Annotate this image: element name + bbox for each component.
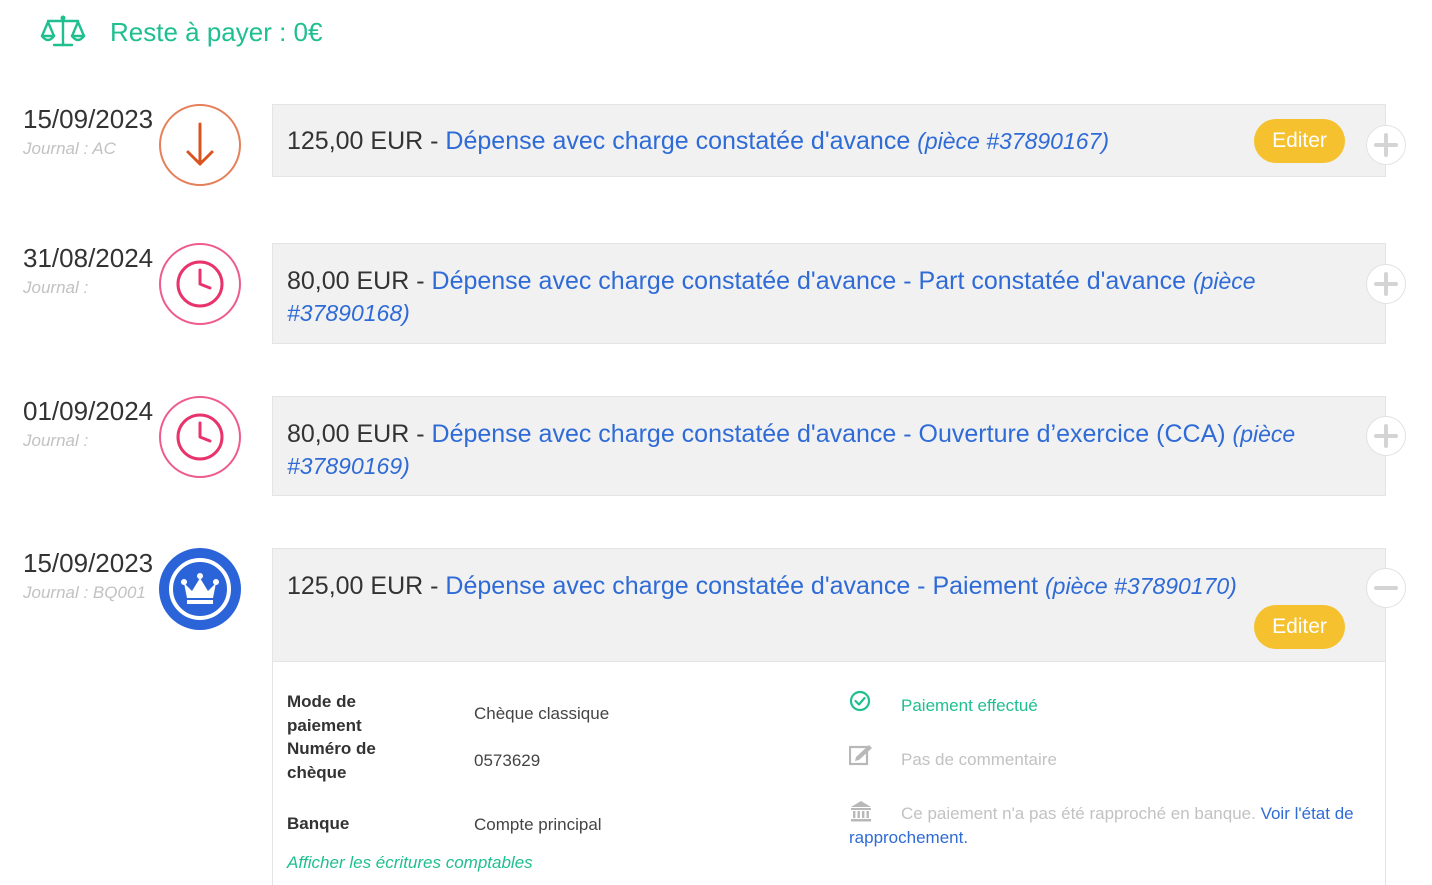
entry-card[interactable]: 125,00 EUR - Dépense avec charge constat… xyxy=(272,548,1386,662)
edit-note-icon xyxy=(849,745,872,766)
entry-piece[interactable]: (pièce #37890167) xyxy=(917,128,1109,154)
edit-button[interactable]: Editer xyxy=(1254,119,1345,163)
crown-icon xyxy=(159,548,241,630)
entry-amount: 125,00 EUR xyxy=(287,127,424,155)
show-accounting-entries-link[interactable]: Afficher les écritures comptables xyxy=(287,853,533,873)
entry-date: 01/09/2024 xyxy=(23,396,154,426)
status-paid-row xyxy=(849,690,873,714)
comment-text: Pas de commentaire xyxy=(901,750,1057,769)
balance-header: Reste à payer : 0€ xyxy=(40,14,322,50)
cheque-number-value: 0573629 xyxy=(474,751,541,770)
payment-mode-label: Mode de paiement xyxy=(287,692,362,735)
entry-journal: Journal : BQ001 xyxy=(23,583,146,602)
remaining-to-pay: Reste à payer : 0€ xyxy=(110,16,323,47)
plus-icon[interactable] xyxy=(1366,125,1406,165)
entry-journal: Journal : xyxy=(23,278,89,297)
entry-label-link[interactable]: Dépense avec charge constatée d'avance -… xyxy=(432,420,1226,448)
entry-journal: Journal : xyxy=(23,431,89,450)
entry-card[interactable]: 125,00 EUR - Dépense avec charge constat… xyxy=(272,104,1386,177)
entry-amount: 125,00 EUR xyxy=(287,572,424,600)
clock-icon xyxy=(159,243,241,325)
entry-date: 15/09/2023 xyxy=(23,104,154,134)
status-paid-text: Paiement effectué xyxy=(901,696,1038,715)
bank-value: Compte principal xyxy=(474,815,602,834)
cheque-number-label: Numéro de chèque xyxy=(287,739,376,782)
bank-reconcile-text: Ce paiement n'a pas été rapproché en ban… xyxy=(849,804,1354,847)
entry-date: 31/08/2024 xyxy=(23,243,154,273)
entry-label-link[interactable]: Dépense avec charge constatée d'avance -… xyxy=(445,572,1038,600)
entry-date: 15/09/2023 xyxy=(23,548,154,578)
entry-label-link[interactable]: Dépense avec charge constatée d'avance xyxy=(445,127,910,155)
clock-icon xyxy=(159,396,241,478)
entry-card[interactable]: 80,00 EUR - Dépense avec charge constaté… xyxy=(272,243,1386,344)
payment-details: Mode de paiement Chèque classique Numéro… xyxy=(272,662,1386,885)
check-circle-icon xyxy=(849,690,871,712)
entry-label-link[interactable]: Dépense avec charge constatée d'avance -… xyxy=(432,267,1186,295)
payment-mode-value: Chèque classique xyxy=(474,704,610,723)
entry-card[interactable]: 80,00 EUR - Dépense avec charge constaté… xyxy=(272,396,1386,496)
scale-icon xyxy=(40,15,86,47)
plus-icon[interactable] xyxy=(1366,264,1406,304)
entry-amount: 80,00 EUR xyxy=(287,267,410,295)
entry-piece[interactable]: (pièce #37890170) xyxy=(1045,573,1237,599)
minus-icon[interactable] xyxy=(1366,568,1406,608)
entry-journal: Journal : AC xyxy=(23,139,116,158)
entry-amount: 80,00 EUR xyxy=(287,420,410,448)
bank-label: Banque xyxy=(287,814,350,833)
plus-icon[interactable] xyxy=(1366,416,1406,456)
edit-button[interactable]: Editer xyxy=(1254,605,1345,649)
arrow-down-icon xyxy=(159,104,241,186)
comment-row xyxy=(849,744,873,768)
